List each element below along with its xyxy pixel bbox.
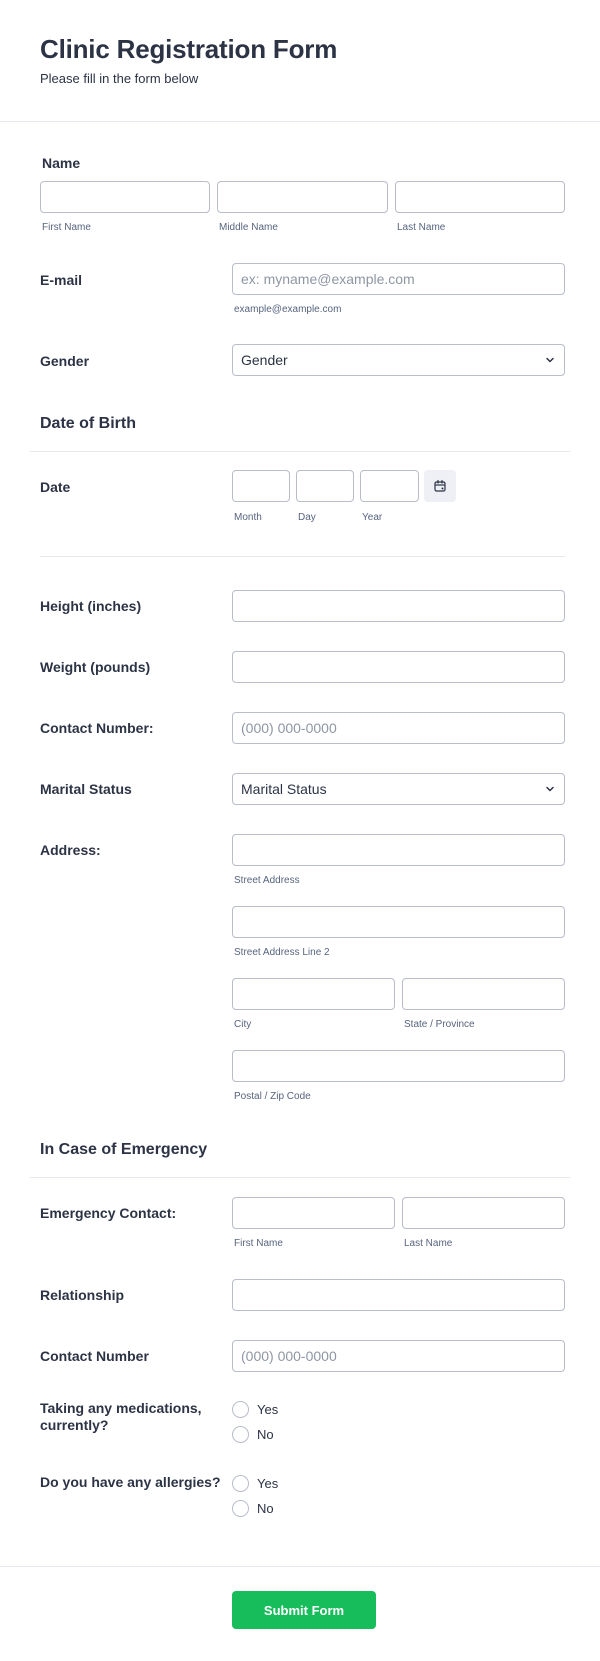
radio-label: Yes	[257, 1475, 279, 1491]
emergency-first-name-input[interactable]	[232, 1197, 395, 1229]
calendar-icon	[434, 479, 446, 492]
street-address-line2-input[interactable]	[232, 906, 565, 938]
marital-status-label: Marital Status	[40, 781, 132, 797]
day-sublabel: Day	[298, 512, 316, 523]
gender-select[interactable]: Gender	[232, 344, 565, 376]
year-sublabel: Year	[362, 512, 383, 523]
emergency-first-name-sublabel: First Name	[234, 1238, 283, 1249]
radio-button[interactable]	[232, 1400, 249, 1418]
radio-button[interactable]	[232, 1474, 249, 1492]
form-header: Clinic Registration Form Please fill in …	[0, 0, 600, 122]
state-sublabel: State / Province	[404, 1019, 475, 1030]
height-label: Height (inches)	[40, 598, 142, 614]
allergies-label: Do you have any allergies?	[40, 1474, 221, 1490]
email-sublabel: example@example.com	[234, 304, 342, 315]
email-field[interactable]	[232, 263, 565, 295]
medications-label: Taking any medications, currently?	[40, 1400, 202, 1433]
last-name-input[interactable]	[395, 181, 565, 213]
email-label: E-mail	[40, 272, 83, 288]
emergency-contact-label: Emergency Contact:	[40, 1205, 177, 1221]
month-sublabel: Month	[234, 512, 262, 523]
height-input[interactable]	[232, 590, 565, 622]
contact-number-input[interactable]	[232, 712, 565, 744]
address-label: Address:	[40, 842, 101, 858]
divider	[40, 556, 565, 557]
chevron-down-icon	[546, 786, 554, 792]
zip-code-input[interactable]	[232, 1050, 565, 1082]
form-title: Clinic Registration Form	[40, 34, 338, 64]
city-input[interactable]	[232, 978, 395, 1010]
state-input[interactable]	[402, 978, 565, 1010]
emergency-last-name-input[interactable]	[402, 1197, 565, 1229]
form-page: Clinic Registration Form Please fill in …	[0, 0, 600, 1661]
weight-input[interactable]	[232, 651, 565, 683]
date-label: Date	[40, 479, 71, 495]
radio-label: No	[257, 1500, 274, 1516]
gender-label: Gender	[40, 353, 90, 369]
form-subtitle: Please fill in the form below	[40, 71, 199, 86]
zip-code-sublabel: Postal / Zip Code	[234, 1091, 311, 1102]
calendar-button[interactable]	[424, 470, 456, 502]
relationship-input[interactable]	[232, 1279, 565, 1311]
first-name-input[interactable]	[40, 181, 210, 213]
day-input[interactable]	[296, 470, 354, 502]
marital-status-value: Marital Status	[241, 781, 327, 797]
section-divider	[30, 451, 570, 452]
radio-label: Yes	[257, 1401, 279, 1417]
weight-label: Weight (pounds)	[40, 659, 151, 675]
emergency-number-input[interactable]	[232, 1340, 565, 1372]
middle-name-sublabel: Middle Name	[219, 222, 278, 233]
first-name-sublabel: First Name	[42, 222, 91, 233]
city-sublabel: City	[234, 1019, 252, 1030]
submit-button[interactable]: Submit Form	[232, 1591, 376, 1629]
emergency-section-title: In Case of Emergency	[40, 1141, 208, 1158]
last-name-sublabel: Last Name	[397, 222, 446, 233]
allergies-no-option[interactable]: No	[232, 1499, 274, 1517]
medications-no-option[interactable]: No	[232, 1425, 274, 1443]
radio-label: No	[257, 1426, 274, 1442]
street-address-line2-sublabel: Street Address Line 2	[234, 947, 330, 958]
radio-button[interactable]	[232, 1425, 249, 1443]
contact-number-label: Contact Number:	[40, 720, 154, 736]
month-input[interactable]	[232, 470, 290, 502]
gender-select-value: Gender	[241, 352, 288, 368]
relationship-label: Relationship	[40, 1287, 125, 1303]
emergency-last-name-sublabel: Last Name	[404, 1238, 453, 1249]
chevron-down-icon	[546, 357, 554, 363]
emergency-number-label: Contact Number	[40, 1348, 149, 1364]
section-divider	[30, 1177, 570, 1178]
street-address-sublabel: Street Address	[234, 875, 300, 886]
medications-yes-option[interactable]: Yes	[232, 1400, 278, 1418]
name-label: Name	[42, 155, 81, 171]
year-input[interactable]	[360, 470, 419, 502]
street-address-input[interactable]	[232, 834, 565, 866]
dob-section-title: Date of Birth	[40, 415, 136, 432]
marital-status-select[interactable]: Marital Status	[232, 773, 565, 805]
middle-name-input[interactable]	[217, 181, 388, 213]
radio-button[interactable]	[232, 1499, 249, 1517]
allergies-yes-option[interactable]: Yes	[232, 1474, 278, 1492]
